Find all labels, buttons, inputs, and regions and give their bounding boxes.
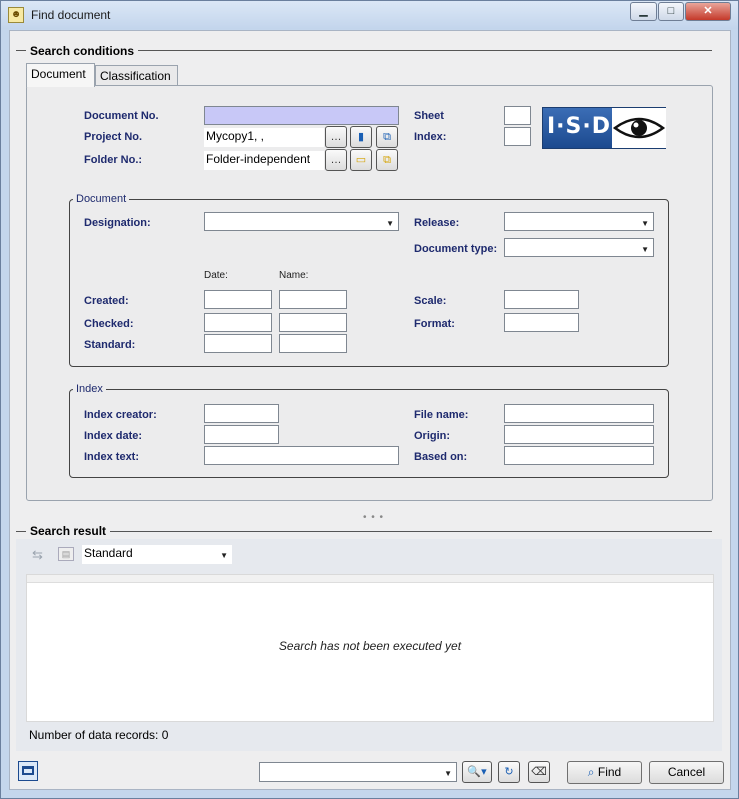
- project-no-label: Project No.: [84, 131, 143, 143]
- scale-input[interactable]: [504, 290, 579, 309]
- file-name-input[interactable]: [504, 404, 654, 423]
- title-bar: ☻ Find document ▁ □ ✕: [1, 1, 738, 29]
- project-tree-icon[interactable]: ⧉: [376, 126, 398, 148]
- search-result-line: [16, 531, 712, 532]
- window-mode-icon[interactable]: [18, 761, 38, 781]
- find-document-window: ☻ Find document ▁ □ ✕ Search conditions …: [0, 0, 739, 799]
- record-count: Number of data records: 0: [29, 728, 169, 742]
- find-button-label: Find: [597, 765, 622, 779]
- index-creator-input[interactable]: [204, 404, 279, 423]
- find-magnifier-icon: ⌕: [587, 765, 595, 779]
- index-date-input[interactable]: [204, 425, 279, 444]
- index-input[interactable]: [504, 127, 531, 146]
- created-date-input[interactable]: [204, 290, 272, 309]
- release-label: Release:: [414, 217, 460, 229]
- tab-classification[interactable]: Classification: [95, 65, 178, 87]
- index-text-input[interactable]: [204, 446, 399, 465]
- refresh-icon[interactable]: ↻: [498, 761, 520, 783]
- eye-icon: [612, 108, 666, 148]
- based-on-input[interactable]: [504, 446, 654, 465]
- sheet-input[interactable]: [504, 106, 531, 125]
- result-list[interactable]: Search has not been executed yet: [26, 574, 714, 722]
- release-select[interactable]: [504, 212, 654, 231]
- window-title: Find document: [31, 8, 111, 22]
- bottom-toolbar: 🔍▾ ↻ ⌫ ⌕ Find Cancel: [18, 754, 724, 788]
- created-name-input[interactable]: [279, 290, 347, 309]
- file-name-label: File name:: [414, 409, 469, 421]
- project-browse-icon[interactable]: …: [325, 126, 347, 148]
- search-options-icon[interactable]: 🔍▾: [462, 761, 492, 783]
- checked-name-input[interactable]: [279, 313, 347, 332]
- document-no-input[interactable]: [204, 106, 399, 125]
- splitter-grip[interactable]: • • •: [363, 512, 384, 523]
- designation-label: Designation:: [84, 217, 151, 229]
- checked-date-input[interactable]: [204, 313, 272, 332]
- checked-label: Checked:: [84, 318, 134, 330]
- folder-tree-icon[interactable]: ⧉: [376, 149, 398, 171]
- back-arrows-icon[interactable]: ⇆: [32, 547, 43, 563]
- standard-date-input[interactable]: [204, 334, 272, 353]
- search-result-title: Search result: [26, 524, 111, 538]
- project-book-icon[interactable]: ▮: [350, 126, 372, 148]
- minimize-button[interactable]: ▁: [630, 2, 657, 21]
- document-group-legend: Document: [73, 193, 130, 205]
- export-icon[interactable]: ▤: [58, 547, 74, 561]
- index-group-legend: Index: [73, 383, 106, 395]
- eraser-icon[interactable]: ⌫: [528, 761, 550, 783]
- standard-label: Standard:: [84, 339, 136, 351]
- result-list-header: [27, 575, 713, 583]
- find-button[interactable]: ⌕ Find: [567, 761, 642, 784]
- origin-input[interactable]: [504, 425, 654, 444]
- isd-logo: I·S·D: [542, 107, 666, 149]
- folder-no-label: Folder No.:: [84, 154, 143, 166]
- origin-label: Origin:: [414, 430, 451, 442]
- folder-browse-icon[interactable]: …: [325, 149, 347, 171]
- close-button[interactable]: ✕: [685, 2, 731, 21]
- search-conditions-title: Search conditions: [26, 44, 139, 58]
- app-icon: ☻: [8, 7, 24, 23]
- folder-no-field[interactable]: Folder-independent: [204, 151, 324, 170]
- folder-icon[interactable]: ▭: [350, 149, 372, 171]
- index-date-label: Index date:: [84, 430, 143, 442]
- document-type-select[interactable]: [504, 238, 654, 257]
- sheet-label: Sheet: [414, 110, 444, 122]
- created-label: Created:: [84, 295, 129, 307]
- document-no-label: Document No.: [84, 110, 159, 122]
- isd-logo-text: I·S·D: [547, 114, 612, 139]
- dialog-client: Search conditions Document Classificatio…: [9, 30, 731, 790]
- empty-result-message: Search has not been executed yet: [278, 639, 462, 653]
- maximize-button[interactable]: □: [658, 2, 684, 21]
- scale-label: Scale:: [414, 295, 447, 307]
- name-column-header: Name:: [279, 270, 309, 281]
- index-creator-label: Index creator:: [84, 409, 157, 421]
- view-select[interactable]: Standard: [82, 545, 232, 564]
- tab-document[interactable]: Document: [26, 63, 95, 87]
- format-input[interactable]: [504, 313, 579, 332]
- cancel-button[interactable]: Cancel: [649, 761, 724, 784]
- designation-select[interactable]: [204, 212, 399, 231]
- standard-name-input[interactable]: [279, 334, 347, 353]
- preset-select[interactable]: [259, 762, 457, 782]
- index-text-label: Index text:: [84, 451, 140, 463]
- index-label: Index:: [414, 131, 447, 143]
- document-type-label: Document type:: [414, 243, 498, 255]
- project-no-field[interactable]: Mycopy1, ,: [204, 128, 324, 147]
- format-label: Format:: [414, 318, 455, 330]
- based-on-label: Based on:: [414, 451, 468, 463]
- date-column-header: Date:: [204, 270, 228, 281]
- document-tab-panel: Document No. Project No. Mycopy1, , … ▮ …: [26, 85, 713, 501]
